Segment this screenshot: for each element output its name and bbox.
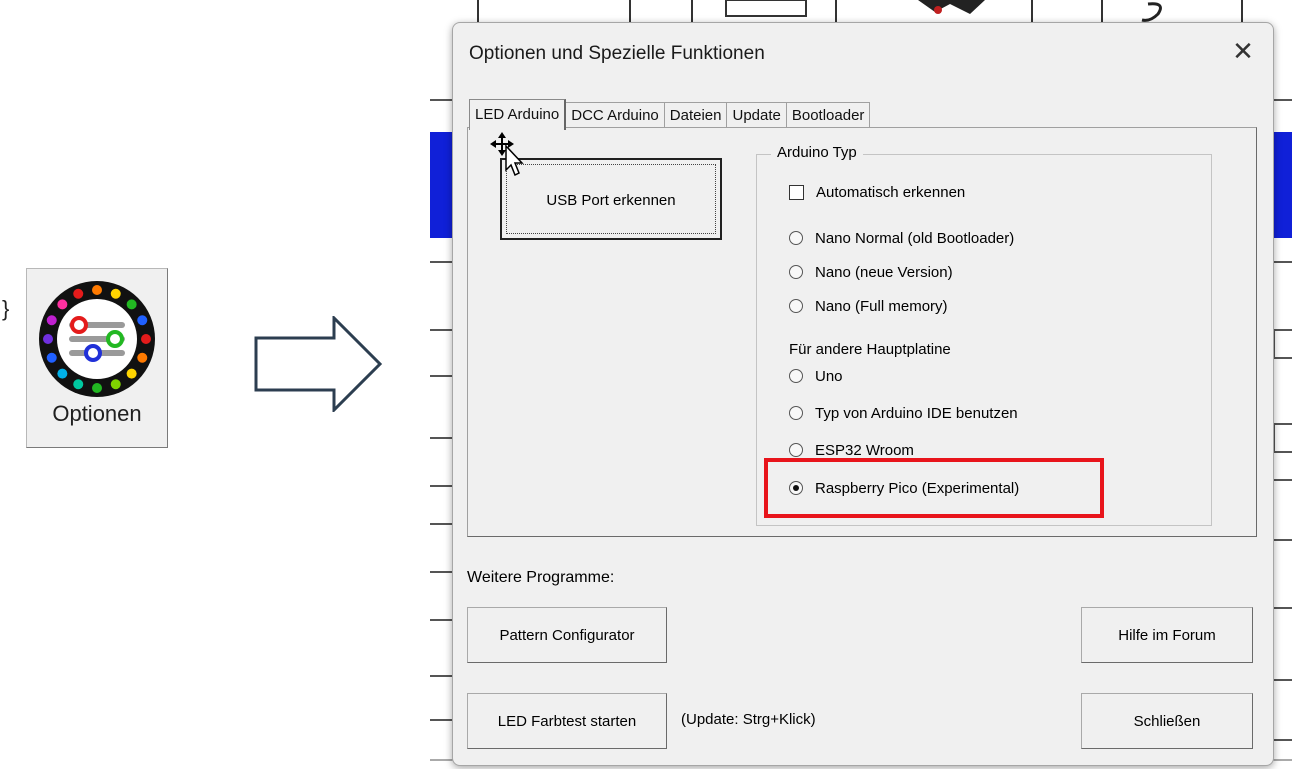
wheel-dot [110, 288, 121, 299]
update-hint: (Update: Strg+Klick) [681, 711, 816, 728]
wheel-dot [73, 379, 84, 390]
radio-icon[interactable] [789, 369, 803, 383]
auto-detect-label: Automatisch erkennen [816, 183, 966, 201]
bracket-glyph: } [2, 296, 10, 321]
move-cursor-icon [490, 132, 524, 177]
wheel-dot [126, 368, 137, 379]
schliessen-button[interactable]: Schließen [1081, 693, 1253, 749]
hilfe-im-forum-button[interactable]: Hilfe im Forum [1081, 607, 1253, 663]
radio-label: Nano (neue Version) [815, 263, 953, 281]
tab-dcc-arduino[interactable]: DCC Arduino [565, 102, 665, 129]
wheel-dot [141, 334, 151, 344]
checkbox-icon[interactable] [789, 184, 804, 200]
led-farbtest-button[interactable]: LED Farbtest starten [467, 693, 667, 749]
usb-port-erkennen-label: USB Port erkennen [546, 192, 676, 209]
wheel-dot [73, 288, 84, 299]
arduino-typ-legend: Arduino Typ [771, 144, 863, 161]
wheel-dot [110, 379, 121, 390]
radio-nano-normal[interactable]: Nano Normal (old Bootloader) [789, 227, 1014, 249]
options-sliders-color-wheel-icon [39, 281, 155, 397]
andere-hauptplatine-heading: Für andere Hauptplatine [789, 341, 951, 358]
usb-port-erkennen-button[interactable]: USB Port erkennen [500, 158, 722, 240]
dialog-title: Optionen und Spezielle Funktionen [469, 43, 765, 64]
wheel-dot [57, 299, 68, 310]
radio-label: Nano Normal (old Bootloader) [815, 229, 1015, 247]
wheel-dot [137, 352, 148, 363]
radio-icon[interactable] [789, 406, 803, 420]
radio-label: Nano (Full memory) [815, 297, 948, 315]
wheel-dot [57, 368, 68, 379]
optionen-button[interactable]: Optionen [26, 268, 168, 448]
close-button[interactable]: ✕ [1227, 35, 1259, 67]
wheel-dot [92, 285, 102, 295]
radio-label: ESP32 Wroom [815, 441, 914, 459]
wheel-dot [43, 334, 53, 344]
radio-label: Uno [815, 367, 843, 385]
radio-uno[interactable]: Uno [789, 365, 843, 387]
radio-nano-full-memory[interactable]: Nano (Full memory) [789, 295, 948, 317]
radio-label: Typ von Arduino IDE benutzen [815, 404, 1018, 422]
tab-strip: LED Arduino DCC Arduino Dateien Update B… [469, 99, 871, 130]
wheel-dot [137, 315, 148, 326]
highlight-box [764, 458, 1104, 518]
wheel-dot [46, 315, 57, 326]
tab-update[interactable]: Update [726, 102, 787, 129]
pattern-configurator-button[interactable]: Pattern Configurator [467, 607, 667, 663]
radio-icon[interactable] [789, 231, 803, 245]
radio-icon[interactable] [789, 265, 803, 279]
wheel-dot [92, 383, 102, 393]
optionen-label: Optionen [52, 401, 142, 426]
tab-led-arduino[interactable]: LED Arduino [469, 99, 567, 130]
wheel-dot [46, 352, 57, 363]
tab-dateien[interactable]: Dateien [663, 102, 728, 129]
auto-detect-checkbox[interactable]: Automatisch erkennen [789, 181, 965, 203]
weitere-programme-label: Weitere Programme: [467, 569, 615, 586]
options-dialog: Optionen und Spezielle Funktionen ✕ LED … [452, 22, 1274, 766]
radio-icon[interactable] [789, 299, 803, 313]
right-arrow-outline-icon [254, 316, 383, 412]
tab-panel-led-arduino: USB Port erkennen Arduino Typ Automatisc… [467, 127, 1257, 537]
radio-icon[interactable] [789, 443, 803, 457]
tab-bootloader[interactable]: Bootloader [785, 102, 871, 129]
radio-nano-neue-version[interactable]: Nano (neue Version) [789, 261, 953, 283]
wheel-dot [126, 299, 137, 310]
radio-arduino-ide[interactable]: Typ von Arduino IDE benutzen [789, 402, 1018, 424]
